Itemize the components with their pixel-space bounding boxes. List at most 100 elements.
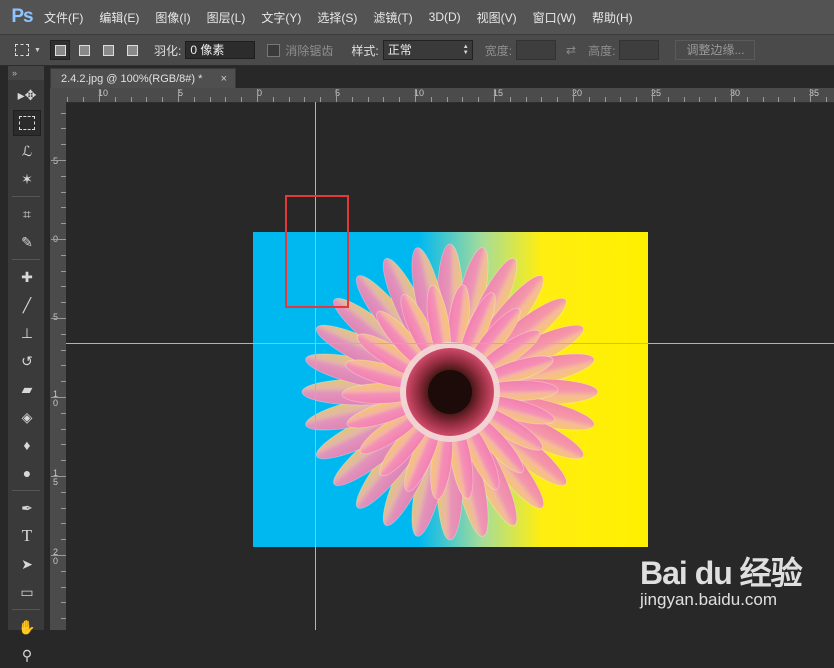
eyedropper-tool-icon[interactable]: ✎ (13, 229, 41, 255)
paint-bucket-tool-icon[interactable]: ◈ (13, 404, 41, 430)
options-bar: ▼ 羽化: 0 像素 消除锯齿 样式: 正常 宽度: ⇄ 高度: 调整边缘... (0, 35, 834, 66)
menu-layer[interactable]: 图层(L) (207, 9, 246, 26)
ruler-tick (272, 97, 274, 102)
ruler-horizontal[interactable]: 10 5 0 5 10 15 20 25 30 35 (66, 88, 834, 103)
ruler-tick (825, 97, 827, 102)
subtract-selection-icon (102, 44, 114, 56)
watermark-url: jingyan.baidu.com (640, 590, 778, 609)
style-label: 样式: (351, 43, 379, 58)
ruler-tick (667, 97, 669, 102)
app-logo: Ps (11, 6, 33, 27)
ruler-tick (446, 97, 448, 102)
ruler-tick (636, 97, 638, 102)
vertical-guide[interactable] (315, 102, 316, 630)
ruler-tick (351, 97, 353, 102)
tool-separator (12, 609, 40, 610)
rect-marquee-tool-icon[interactable] (13, 110, 41, 136)
ruler-tick (288, 97, 290, 102)
move-tool-icon[interactable]: ▸✥ (13, 82, 41, 108)
menu-file[interactable]: 文件(F) (44, 9, 83, 26)
document-tab[interactable]: 2.4.2.jpg @ 100%(RGB/8#) * × (50, 68, 236, 88)
ruler-tick (588, 97, 590, 102)
ruler-tick (399, 97, 401, 102)
ruler-tick (430, 97, 432, 102)
add-selection-button[interactable] (74, 40, 94, 60)
ruler-tick (241, 97, 243, 102)
ruler-tick (415, 89, 416, 102)
magic-wand-tool-icon[interactable]: ✶ (13, 166, 41, 192)
menu-edit[interactable]: 编辑(E) (99, 9, 139, 26)
ruler-tick (604, 97, 606, 102)
tool-separator (12, 490, 40, 491)
ruler-tick (193, 97, 195, 102)
ruler-tick (683, 97, 685, 102)
ruler-tick (746, 97, 748, 102)
new-selection-icon (54, 44, 66, 56)
brush-tool-icon[interactable]: ╱ (13, 292, 41, 318)
menu-filter[interactable]: 滤镜(T) (373, 9, 412, 26)
menu-type[interactable]: 文字(Y) (261, 9, 301, 26)
crop-tool-icon[interactable]: ⌗ (13, 201, 41, 227)
ruler-tick (99, 89, 100, 102)
ruler-tick (762, 97, 764, 102)
horizontal-guide[interactable] (66, 343, 834, 344)
baidu-jingyan-watermark: Bai du 经验 jingyan.baidu.com (640, 540, 830, 615)
subtract-selection-button[interactable] (98, 40, 118, 60)
tools-panel: » ▸✥ ℒ ✶ ⌗ ✎ ✚ ╱ ⊥ ↺ ▰ ◈ ♦ ● ✒ T ➤ ▭ ✋ ⚲ (8, 66, 45, 663)
width-input[interactable] (516, 40, 557, 60)
intersect-selection-icon (126, 44, 138, 56)
ruler-tick (509, 97, 511, 102)
refine-edge-button[interactable]: 调整边缘... (675, 40, 756, 60)
menu-select[interactable]: 选择(S) (317, 9, 357, 26)
ruler-tick (51, 476, 66, 477)
feather-input[interactable]: 0 像素 (185, 41, 256, 59)
close-icon[interactable]: × (221, 69, 227, 89)
ruler-origin[interactable] (50, 88, 67, 103)
tool-preset-picker[interactable]: ▼ (10, 39, 46, 61)
intersect-selection-button[interactable] (122, 40, 142, 60)
dodge-tool-icon[interactable]: ● (13, 460, 41, 486)
antialias-label: 消除锯齿 (285, 43, 334, 58)
highlight-box (285, 195, 349, 308)
ruler-tick (731, 89, 732, 102)
new-selection-button[interactable] (50, 40, 70, 60)
menu-image[interactable]: 图像(I) (155, 9, 190, 26)
menu-help[interactable]: 帮助(H) (592, 9, 633, 26)
ruler-tick (573, 89, 574, 102)
rectangle-tool-icon[interactable]: ▭ (13, 579, 41, 605)
tool-separator (12, 196, 40, 197)
add-selection-icon (78, 44, 90, 56)
ruler-tick (51, 318, 66, 319)
swap-dimensions-icon[interactable]: ⇄ (566, 43, 576, 57)
antialias-checkbox[interactable] (267, 43, 281, 57)
ruler-label: 2 0 (53, 547, 59, 566)
eraser-tool-icon[interactable]: ▰ (13, 376, 41, 402)
ruler-tick (383, 97, 385, 102)
type-tool-icon[interactable]: T (13, 523, 41, 549)
healing-brush-tool-icon[interactable]: ✚ (13, 264, 41, 290)
ruler-tick (114, 97, 116, 102)
ruler-vertical[interactable]: 5 0 5 1 0 1 5 2 0 (50, 102, 67, 630)
path-selection-tool-icon[interactable]: ➤ (13, 551, 41, 577)
pen-tool-icon[interactable]: ✒ (13, 495, 41, 521)
height-input[interactable] (619, 40, 660, 60)
menu-window[interactable]: 窗口(W) (533, 9, 576, 26)
blur-tool-icon[interactable]: ♦ (13, 432, 41, 458)
ruler-tick (320, 97, 322, 102)
ruler-label: 1 0 (53, 389, 59, 408)
ruler-tick (810, 89, 811, 102)
menu-3d[interactable]: 3D(D) (429, 10, 461, 24)
style-select[interactable]: 正常 (382, 40, 473, 60)
height-label: 高度: (588, 43, 616, 58)
ruler-tick (541, 97, 543, 102)
clone-stamp-tool-icon[interactable]: ⊥ (13, 320, 41, 346)
menu-view[interactable]: 视图(V) (477, 9, 517, 26)
panel-collapse-icon[interactable]: » (8, 66, 44, 80)
tool-separator (12, 259, 40, 260)
history-brush-tool-icon[interactable]: ↺ (13, 348, 41, 374)
hand-tool-icon[interactable]: ✋ (13, 614, 41, 640)
zoom-tool-icon[interactable]: ⚲ (13, 642, 41, 668)
lasso-tool-icon[interactable]: ℒ (13, 138, 41, 164)
menu-bar: Ps 文件(F) 编辑(E) 图像(I) 图层(L) 文字(Y) 选择(S) 滤… (0, 0, 834, 35)
ruler-tick (51, 397, 66, 398)
